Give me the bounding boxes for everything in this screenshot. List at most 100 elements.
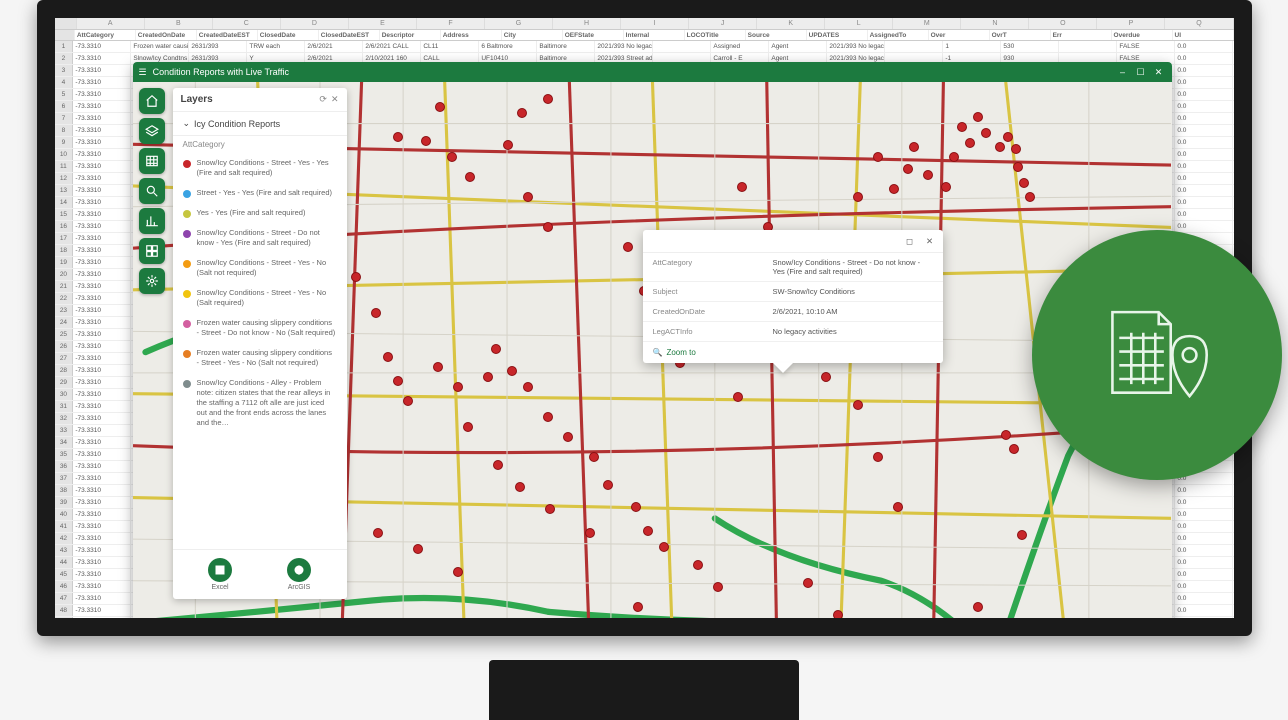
incident-marker[interactable] [633,602,643,612]
incident-marker[interactable] [493,460,503,470]
incident-marker[interactable] [585,528,595,538]
incident-marker[interactable] [1017,530,1027,540]
incident-marker[interactable] [563,432,573,442]
export-excel-button[interactable]: Excel [208,558,232,591]
incident-marker[interactable] [889,184,899,194]
incident-marker[interactable] [643,526,653,536]
chart-button[interactable] [139,208,165,234]
incident-marker[interactable] [821,372,831,382]
legend-item[interactable]: Snow/Icy Conditions - Alley - Problem no… [183,373,337,433]
popup-close-icon[interactable]: ✕ [923,234,937,248]
incident-marker[interactable] [1001,430,1011,440]
incident-marker[interactable] [453,567,463,577]
incident-marker[interactable] [543,222,553,232]
legend-item[interactable]: Snow/Icy Conditions - Street - Yes - No … [183,283,337,313]
incident-marker[interactable] [463,422,473,432]
incident-marker[interactable] [523,382,533,392]
table-row[interactable]: 1-73.3310Frozen water causing slick 2631… [55,41,1234,53]
legend-item[interactable]: Snow/Icy Conditions - Street - Yes - No … [183,253,337,283]
layer-group-toggle[interactable]: ⌄ Icy Condition Reports [173,112,347,136]
incident-marker[interactable] [923,170,933,180]
incident-marker[interactable] [873,152,883,162]
incident-marker[interactable] [383,352,393,362]
incident-marker[interactable] [733,392,743,402]
incident-marker[interactable] [543,94,553,104]
incident-marker[interactable] [371,308,381,318]
incident-marker[interactable] [403,396,413,406]
incident-marker[interactable] [833,610,843,618]
incident-marker[interactable] [1013,162,1023,172]
map-canvas[interactable]: Layers ⟳ ✕ ⌄ Icy Condition Reports AttC [133,82,1172,618]
incident-marker[interactable] [957,122,967,132]
table-button[interactable] [139,148,165,174]
incident-marker[interactable] [523,192,533,202]
incident-marker[interactable] [737,182,747,192]
incident-marker[interactable] [483,372,493,382]
close-button[interactable]: ✕ [1152,65,1166,79]
app-menu-icon[interactable]: ☰ [139,67,147,78]
incident-marker[interactable] [853,192,863,202]
legend-item[interactable]: Snow/Icy Conditions - Street - Do not kn… [183,223,337,253]
incident-marker[interactable] [465,172,475,182]
zoom-to-button[interactable]: 🔍 Zoom to [643,342,943,363]
refresh-icon[interactable]: ⟳ [319,94,327,105]
incident-marker[interactable] [507,366,517,376]
home-button[interactable] [139,88,165,114]
incident-marker[interactable] [517,108,527,118]
incident-marker[interactable] [1011,144,1021,154]
incident-marker[interactable] [453,382,463,392]
incident-marker[interactable] [545,504,555,514]
incident-marker[interactable] [941,182,951,192]
incident-marker[interactable] [1025,192,1035,202]
incident-marker[interactable] [1019,178,1029,188]
incident-marker[interactable] [965,138,975,148]
incident-marker[interactable] [503,140,513,150]
incident-marker[interactable] [393,132,403,142]
legend-item[interactable]: Frozen water causing slippery conditions… [183,343,337,373]
tools-button[interactable] [139,268,165,294]
incident-marker[interactable] [893,502,903,512]
incident-marker[interactable] [909,142,919,152]
layers-button[interactable] [139,118,165,144]
close-icon[interactable]: ✕ [331,94,339,105]
incident-marker[interactable] [491,344,501,354]
incident-marker[interactable] [973,112,983,122]
incident-marker[interactable] [949,152,959,162]
incident-marker[interactable] [903,164,913,174]
incident-marker[interactable] [421,136,431,146]
incident-marker[interactable] [351,272,361,282]
incident-marker[interactable] [803,578,813,588]
incident-marker[interactable] [631,502,641,512]
incident-marker[interactable] [1003,132,1013,142]
legend-item[interactable]: Street - Yes - Yes (Fire and salt requir… [183,183,337,203]
dock-icon[interactable]: ◻ [903,234,917,248]
legend-item[interactable]: Frozen water causing slippery conditions… [183,313,337,343]
open-arcgis-button[interactable]: ArcGIS [287,558,311,591]
incident-marker[interactable] [713,582,723,592]
incident-marker[interactable] [973,602,983,612]
search-button[interactable] [139,178,165,204]
incident-marker[interactable] [995,142,1005,152]
incident-marker[interactable] [543,412,553,422]
legend-item[interactable]: Snow/Icy Conditions - Street - Yes - Yes… [183,153,337,183]
incident-marker[interactable] [693,560,703,570]
incident-marker[interactable] [373,528,383,538]
incident-marker[interactable] [873,452,883,462]
incident-marker[interactable] [623,242,633,252]
minimize-button[interactable]: – [1116,65,1130,79]
basemap-button[interactable] [139,238,165,264]
incident-marker[interactable] [589,452,599,462]
incident-marker[interactable] [1009,444,1019,454]
incident-marker[interactable] [447,152,457,162]
incident-marker[interactable] [413,544,423,554]
incident-marker[interactable] [515,482,525,492]
incident-marker[interactable] [435,102,445,112]
legend-item[interactable]: Yes - Yes (Fire and salt required) [183,203,337,223]
incident-marker[interactable] [981,128,991,138]
maximize-button[interactable]: ☐ [1134,65,1148,79]
incident-marker[interactable] [393,376,403,386]
incident-marker[interactable] [659,542,669,552]
incident-marker[interactable] [853,400,863,410]
incident-marker[interactable] [433,362,443,372]
incident-marker[interactable] [603,480,613,490]
